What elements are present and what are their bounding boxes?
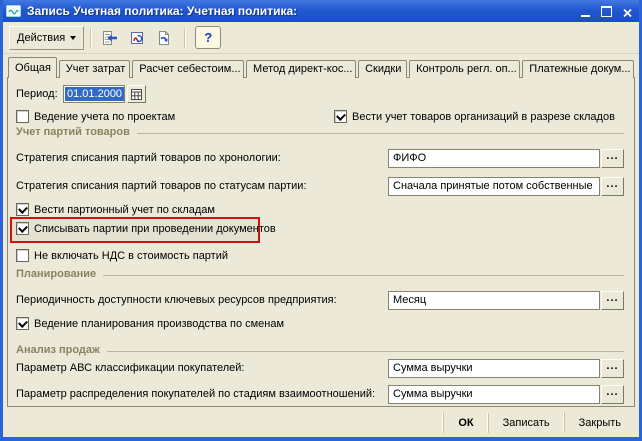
field-label: Стратегия списания партий товаров по хро… — [16, 152, 281, 164]
batch-status-strategy-field[interactable]: Сначала принятые потом собственные — [388, 177, 600, 196]
checkbox[interactable] — [16, 222, 29, 235]
group-underline — [137, 133, 624, 134]
toolbar-separator — [90, 28, 91, 48]
chronology-strategy-field[interactable]: ФИФО — [388, 149, 600, 168]
checkbox-label[interactable]: Ведение учета по проектам — [34, 111, 175, 123]
checkbox[interactable] — [16, 110, 29, 123]
titlebar: Запись Учетная политика: Учетная политик… — [0, 0, 642, 22]
checkbox[interactable] — [16, 203, 29, 216]
checkbox[interactable] — [16, 249, 29, 262]
checkbox[interactable] — [334, 110, 347, 123]
tab-cost-accounting[interactable]: Учет затрат — [59, 60, 131, 78]
period-value-selected: 01.01.2000 — [65, 87, 124, 101]
window-title: Запись Учетная политика: Учетная политик… — [27, 4, 579, 18]
tab-cost-calculation[interactable]: Расчет себестоим... — [132, 60, 244, 78]
write-button[interactable]: Записать — [488, 413, 564, 433]
checkbox-row-shift-planning[interactable]: Ведение планирования производства по сме… — [16, 316, 284, 331]
actions-menu-button[interactable]: Действия — [9, 26, 84, 50]
batch-status-strategy-picker-button[interactable]: ... — [601, 177, 624, 196]
checkbox-row-batch-by-warehouse[interactable]: Вести партионный учет по складам — [16, 202, 215, 217]
minimize-button[interactable] — [579, 5, 592, 18]
accounting-policy-window: Запись Учетная политика: Учетная политик… — [0, 0, 642, 441]
ok-button[interactable]: ОК — [443, 413, 487, 433]
window-refresh-icon — [129, 30, 145, 46]
checkbox-label[interactable]: Вести учет товаров организаций в разрезе… — [352, 111, 615, 123]
goto-button[interactable] — [151, 27, 176, 49]
help-button[interactable]: ? — [195, 26, 221, 49]
checkbox-label[interactable]: Списывать партии при проведении документ… — [34, 223, 276, 235]
tab-payment-documents[interactable]: Платежные докум... — [522, 60, 634, 78]
abc-classification-param-picker-button[interactable]: ... — [601, 359, 624, 378]
close-icon — [623, 8, 632, 18]
reread-button[interactable] — [97, 27, 122, 49]
maximize-button[interactable] — [600, 5, 613, 18]
form-icon — [6, 4, 22, 18]
minimize-icon — [581, 15, 590, 17]
page-arrow-icon — [156, 30, 172, 46]
tab-discounts[interactable]: Скидки — [358, 60, 407, 78]
checkbox-row-projects[interactable]: Ведение учета по проектам — [16, 109, 175, 124]
close-button[interactable] — [621, 5, 634, 18]
chronology-strategy-picker-button[interactable]: ... — [601, 149, 624, 168]
group-title: Планирование — [16, 268, 96, 280]
abc-classification-param-field[interactable]: Сумма выручки — [388, 359, 600, 378]
toolbar: Действия — [3, 22, 639, 54]
group-header-planning: Планирование — [16, 268, 624, 280]
checkbox-label[interactable]: Не включать НДС в стоимость партий — [34, 250, 228, 262]
field-label: Периодичность доступности ключевых ресур… — [16, 294, 337, 306]
general-tab-panel: Период: 01.01.2000 Ведение учета по прое… — [7, 77, 635, 407]
relationship-stage-param-field[interactable]: Сумма выручки — [388, 385, 600, 404]
group-underline — [103, 275, 624, 276]
key-resources-periodicity-picker-button[interactable]: ... — [601, 291, 624, 310]
checkbox-row-no-vat-in-batch-cost[interactable]: Не включать НДС в стоимость партий — [16, 248, 228, 263]
group-title: Анализ продаж — [16, 344, 100, 356]
tab-regulated-control[interactable]: Контроль регл. оп... — [409, 60, 520, 78]
help-icon: ? — [204, 30, 212, 45]
group-title: Учет партий товаров — [16, 126, 130, 138]
checkbox-label[interactable]: Вести партионный учет по складам — [34, 204, 215, 216]
period-input[interactable]: 01.01.2000 — [63, 85, 125, 103]
key-resources-periodicity-field[interactable]: Месяц — [388, 291, 600, 310]
list-arrow-icon — [102, 30, 118, 46]
period-label: Период: — [16, 88, 58, 100]
tab-strip: Общая Учет затрат Расчет себестоим... Ме… — [8, 57, 636, 78]
group-header-sales-analysis: Анализ продаж — [16, 344, 624, 356]
field-label: Стратегия списания партий товаров по ста… — [16, 180, 307, 192]
close-form-button[interactable]: Закрыть — [564, 413, 635, 433]
toolbar-separator — [184, 28, 185, 48]
checkbox-row-writeoff-on-posting[interactable]: Списывать партии при проведении документ… — [16, 221, 276, 236]
actions-menu-label: Действия — [17, 32, 65, 44]
tab-direct-costing[interactable]: Метод директ-кос... — [246, 60, 356, 78]
footer-button-bar: ОК Записать Закрыть — [3, 410, 635, 436]
checkbox-label[interactable]: Ведение планирования производства по сме… — [34, 318, 284, 330]
refresh-button[interactable] — [124, 27, 149, 49]
relationship-stage-param-picker-button[interactable]: ... — [601, 385, 624, 404]
maximize-icon — [601, 6, 612, 17]
group-header-batch-accounting: Учет партий товаров — [16, 126, 624, 138]
dropdown-arrow-icon — [70, 36, 76, 40]
checkbox-row-org-warehouses[interactable]: Вести учет товаров организаций в разрезе… — [334, 109, 615, 124]
tab-general[interactable]: Общая — [8, 57, 57, 78]
window-controls — [579, 5, 634, 18]
calendar-button[interactable] — [127, 85, 146, 103]
calendar-icon — [131, 89, 142, 100]
field-label: Параметр АВС классификации покупателей: — [16, 362, 244, 374]
group-underline — [107, 351, 624, 352]
checkbox[interactable] — [16, 317, 29, 330]
field-label: Параметр распределения покупателей по ст… — [16, 388, 375, 400]
